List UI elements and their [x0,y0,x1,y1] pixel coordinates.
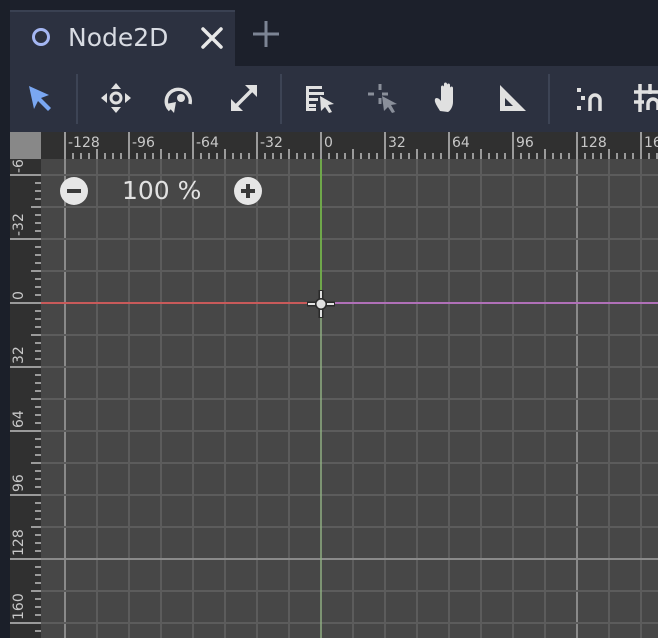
pan-tool-button[interactable] [430,80,466,116]
hruler-tick-label: -96 [132,135,155,151]
toolbar-separator [280,74,282,124]
ruler-tool-button[interactable] [494,80,530,116]
zoom-level-label[interactable]: 100 % [122,176,201,206]
add-tab-icon[interactable] [250,18,282,50]
grid-snap-icon [634,84,658,112]
dock-edge [0,0,10,638]
pivot-tool-button[interactable] [366,80,402,116]
zoom-in-button[interactable] [234,177,262,205]
hruler-tick-label: -128 [68,135,100,151]
scale-tool-button[interactable] [226,80,262,116]
vruler-tick-label: 64 [11,410,27,428]
toolbar-separator [548,74,550,124]
vruler-tick-label: 32 [11,346,27,364]
zoom-out-button[interactable] [60,177,88,205]
vertical-ruler[interactable]: -6 -32 0 32 64 96 128 160 [10,159,41,638]
horizontal-ruler[interactable]: -128 -96 -64 -32 0 32 64 96 128 16 [41,132,658,159]
toolbar-separator [76,74,78,124]
node2d-circle-icon [32,28,50,46]
ruler-corner [10,132,41,159]
grid-snap-button[interactable] [630,80,658,116]
hruler-tick-label: 0 [324,135,333,151]
list-select-icon [306,86,334,113]
hruler-tick-label: 64 [452,135,470,151]
hruler-tick-label: -32 [260,135,283,151]
scene-tab-title: Node2D [68,23,169,52]
hruler-tick-label: -64 [196,135,219,151]
move-tool-button[interactable] [98,80,134,116]
rotate-icon [164,87,193,113]
hand-icon [434,82,453,112]
vruler-tick-label: 160 [11,593,27,620]
vruler-tick-label: 96 [11,474,27,492]
vruler-tick-label: -32 [11,213,27,236]
close-icon[interactable] [198,24,226,52]
canvas-toolbar [10,66,658,132]
hruler-tick-label: 16 [644,135,658,151]
scene-tab-node2d[interactable]: Node2D [10,10,235,66]
select-tool-button[interactable] [22,80,58,116]
scene-tab-bar: Node2D [0,0,658,66]
arrow-cursor-icon [29,86,51,111]
vruler-tick-label: 128 [11,529,27,556]
plus-icon-v [246,184,250,198]
canvas-viewport[interactable]: -128 -96 -64 -32 0 32 64 96 128 16 -6 -32 0 32 64 96 12… [10,132,658,638]
minus-icon [67,189,81,193]
hruler-tick-label: 96 [516,135,534,151]
ruler-triangle-icon [500,85,526,111]
node2d-origin-gizmo[interactable] [306,289,336,319]
vruler-tick-label: -6 [11,159,27,173]
scale-icon [231,85,257,111]
pivot-icon [368,84,397,113]
smart-snap-button[interactable] [572,80,608,116]
smart-snap-icon [577,88,602,111]
hruler-tick-label: 32 [388,135,406,151]
rotate-tool-button[interactable] [162,80,198,116]
vruler-tick-label: 0 [11,291,27,300]
canvas-grid [41,159,658,638]
list-select-tool-button[interactable] [302,80,338,116]
move-arrows-icon [101,83,131,113]
hruler-tick-label: 128 [580,135,607,151]
